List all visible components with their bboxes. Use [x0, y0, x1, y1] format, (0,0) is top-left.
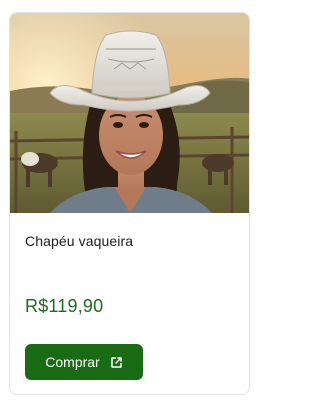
buy-button-label: Comprar	[45, 354, 100, 370]
product-title[interactable]: Chapéu vaqueira	[25, 233, 133, 249]
external-link-icon	[110, 356, 123, 369]
product-card: Chapéu vaqueira R$119,90 Comprar	[9, 12, 250, 395]
product-price: R$119,90	[25, 296, 104, 316]
product-image[interactable]	[10, 13, 249, 213]
product-photo	[10, 13, 249, 213]
buy-button[interactable]: Comprar	[25, 344, 143, 380]
